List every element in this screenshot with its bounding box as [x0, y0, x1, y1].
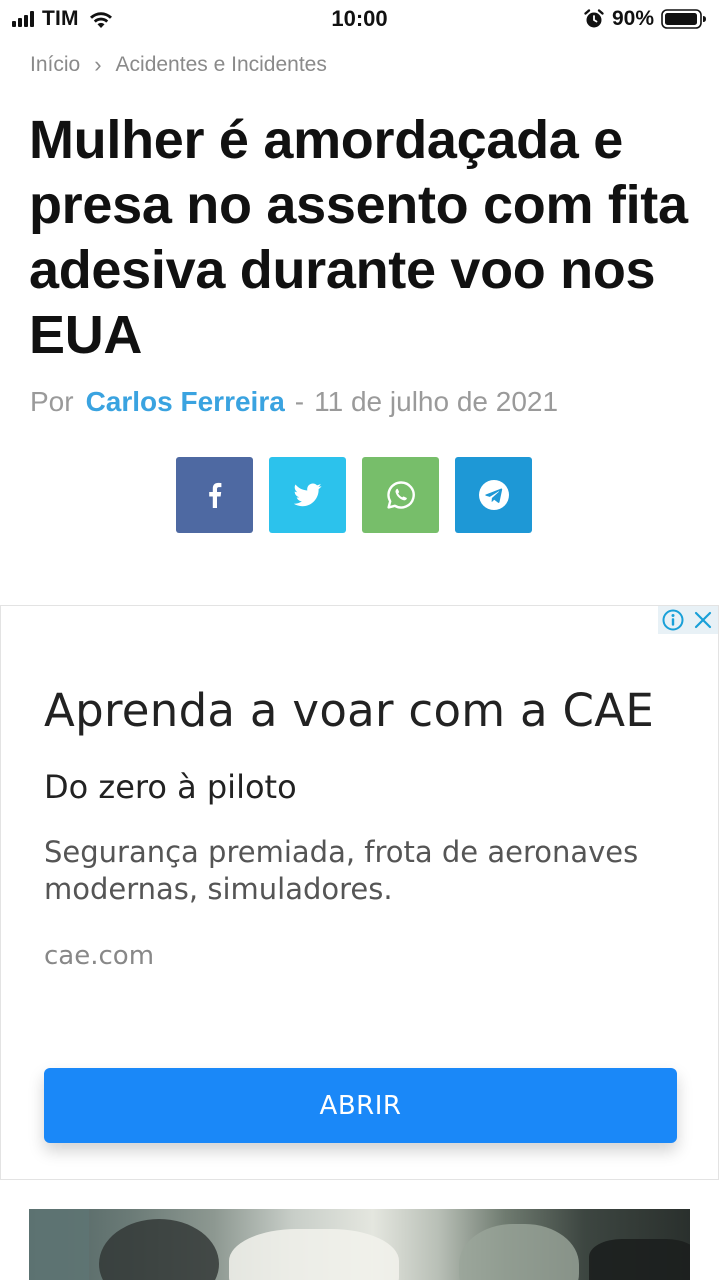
battery-percent: 90% [611, 7, 654, 30]
alarm-icon [584, 9, 604, 28]
ad-badges [658, 606, 718, 634]
breadcrumb-category-link[interactable]: Acidentes e Incidentes [116, 53, 327, 77]
whatsapp-share-button[interactable] [362, 457, 439, 533]
byline-prefix: Por [30, 386, 74, 417]
ad-card[interactable]: Aprenda a voar com a CAE Do zero à pilot… [0, 605, 719, 1180]
ad-subtitle: Do zero à piloto [44, 768, 297, 806]
battery-icon [661, 9, 706, 29]
twitter-share-button[interactable] [269, 457, 346, 533]
ad-open-button[interactable]: ABRIR [44, 1068, 677, 1143]
ad-title: Aprenda a voar com a CAE [44, 684, 655, 737]
facebook-icon [208, 482, 221, 508]
status-right: 90% [583, 7, 707, 31]
ad-close-button[interactable] [688, 606, 718, 634]
info-icon [662, 609, 684, 631]
chevron-right-icon: › [94, 52, 102, 77]
breadcrumb-home-link[interactable]: Início [30, 53, 80, 77]
ad-description: Segurança premiada, frota de aeronaves m… [44, 835, 639, 906]
close-icon [694, 611, 712, 629]
author-link[interactable]: Carlos Ferreira [86, 386, 285, 418]
whatsapp-icon [386, 481, 415, 509]
publish-date: 11 de julho de 2021 [314, 386, 559, 417]
telegram-icon [478, 480, 509, 510]
status-bar: TIM 10:00 90% [0, 0, 719, 40]
telegram-share-button[interactable] [455, 457, 532, 533]
share-buttons [176, 457, 532, 533]
byline-separator: - [294, 386, 305, 417]
twitter-icon [293, 483, 322, 507]
article-image [29, 1209, 690, 1280]
byline: Por Carlos Ferreira - 11 de julho de 202… [30, 386, 558, 418]
facebook-share-button[interactable] [176, 457, 253, 533]
breadcrumb: Início › Acidentes e Incidentes [30, 52, 327, 78]
ad-url: cae.com [44, 941, 155, 971]
ad-info-button[interactable] [658, 606, 688, 634]
article-title: Mulher é amordaçada e presa no assento c… [29, 110, 688, 365]
